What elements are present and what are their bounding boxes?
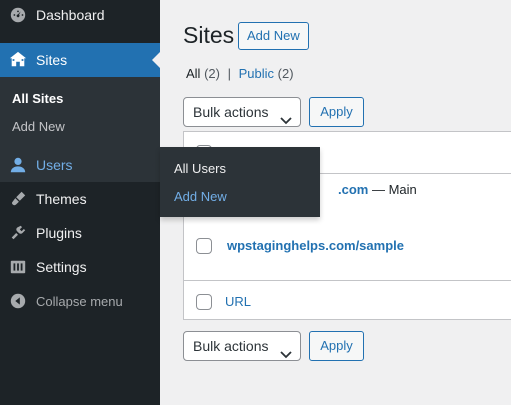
- sites-icon: [8, 50, 28, 70]
- menu-settings-label: Settings: [36, 259, 87, 275]
- submenu-all-sites[interactable]: All Sites: [12, 91, 63, 106]
- bulk-actions-value: Bulk actions: [193, 104, 269, 120]
- menu-sites[interactable]: Sites: [0, 43, 160, 77]
- collapse-menu-button[interactable]: Collapse menu: [0, 284, 160, 318]
- dashboard-icon: [8, 5, 28, 25]
- url-column-header[interactable]: URL: [225, 294, 251, 309]
- view-public-count: (2): [277, 66, 294, 81]
- plugins-icon: [8, 223, 28, 243]
- users-icon: [8, 155, 28, 175]
- current-menu-arrow: [152, 52, 160, 68]
- footer-divider: [184, 280, 511, 281]
- bulk-actions-select-top[interactable]: Bulk actions: [183, 97, 301, 127]
- table-row: .com — Main: [338, 182, 417, 197]
- bulk-actions-value: Bulk actions: [193, 338, 269, 354]
- flyout-all-users[interactable]: All Users: [174, 161, 226, 176]
- view-all-count: (2): [204, 66, 220, 81]
- collapse-icon: [8, 291, 28, 311]
- main-site-suffix: — Main: [368, 182, 417, 197]
- menu-users-label: Users: [36, 157, 73, 173]
- menu-settings[interactable]: Settings: [0, 250, 160, 284]
- menu-dashboard[interactable]: Dashboard: [0, 0, 160, 32]
- add-new-site-button[interactable]: Add New: [238, 22, 309, 50]
- menu-sites-label: Sites: [36, 52, 68, 68]
- views-separator: |: [227, 66, 231, 81]
- view-all[interactable]: All: [186, 66, 200, 81]
- menu-plugins[interactable]: Plugins: [0, 216, 160, 250]
- settings-icon: [8, 257, 28, 277]
- row-checkbox[interactable]: [196, 238, 212, 254]
- flyout-add-new-user[interactable]: Add New: [174, 189, 227, 204]
- apply-button-bottom[interactable]: Apply: [309, 331, 364, 361]
- site-link-main[interactable]: .com: [338, 182, 368, 197]
- menu-themes-label: Themes: [36, 191, 87, 207]
- menu-users[interactable]: Users: [0, 148, 160, 182]
- site-link-sample[interactable]: wpstaginghelps.com/sample: [227, 238, 404, 253]
- view-public[interactable]: Public: [239, 66, 274, 81]
- filter-views: All (2) | Public (2): [186, 66, 294, 81]
- submenu-add-new-site[interactable]: Add New: [12, 119, 65, 134]
- chevron-down-icon: [280, 341, 292, 369]
- themes-icon: [8, 189, 28, 209]
- menu-plugins-label: Plugins: [36, 225, 82, 241]
- sites-submenu: All Sites Add New: [0, 77, 160, 148]
- page-title: Sites: [183, 22, 235, 48]
- bulk-actions-select-bottom[interactable]: Bulk actions: [183, 331, 301, 361]
- admin-sidebar: Dashboard Sites All Sites Add New Users …: [0, 0, 160, 405]
- flyout-arrow: [152, 157, 160, 173]
- apply-button-top[interactable]: Apply: [309, 97, 364, 127]
- menu-themes[interactable]: Themes: [0, 182, 160, 216]
- table-row: wpstaginghelps.com/sample: [227, 238, 404, 253]
- users-flyout-menu: All Users Add New: [160, 147, 320, 217]
- collapse-menu-label: Collapse menu: [36, 293, 123, 309]
- select-all-checkbox-footer[interactable]: [196, 294, 212, 310]
- menu-dashboard-label: Dashboard: [36, 7, 105, 23]
